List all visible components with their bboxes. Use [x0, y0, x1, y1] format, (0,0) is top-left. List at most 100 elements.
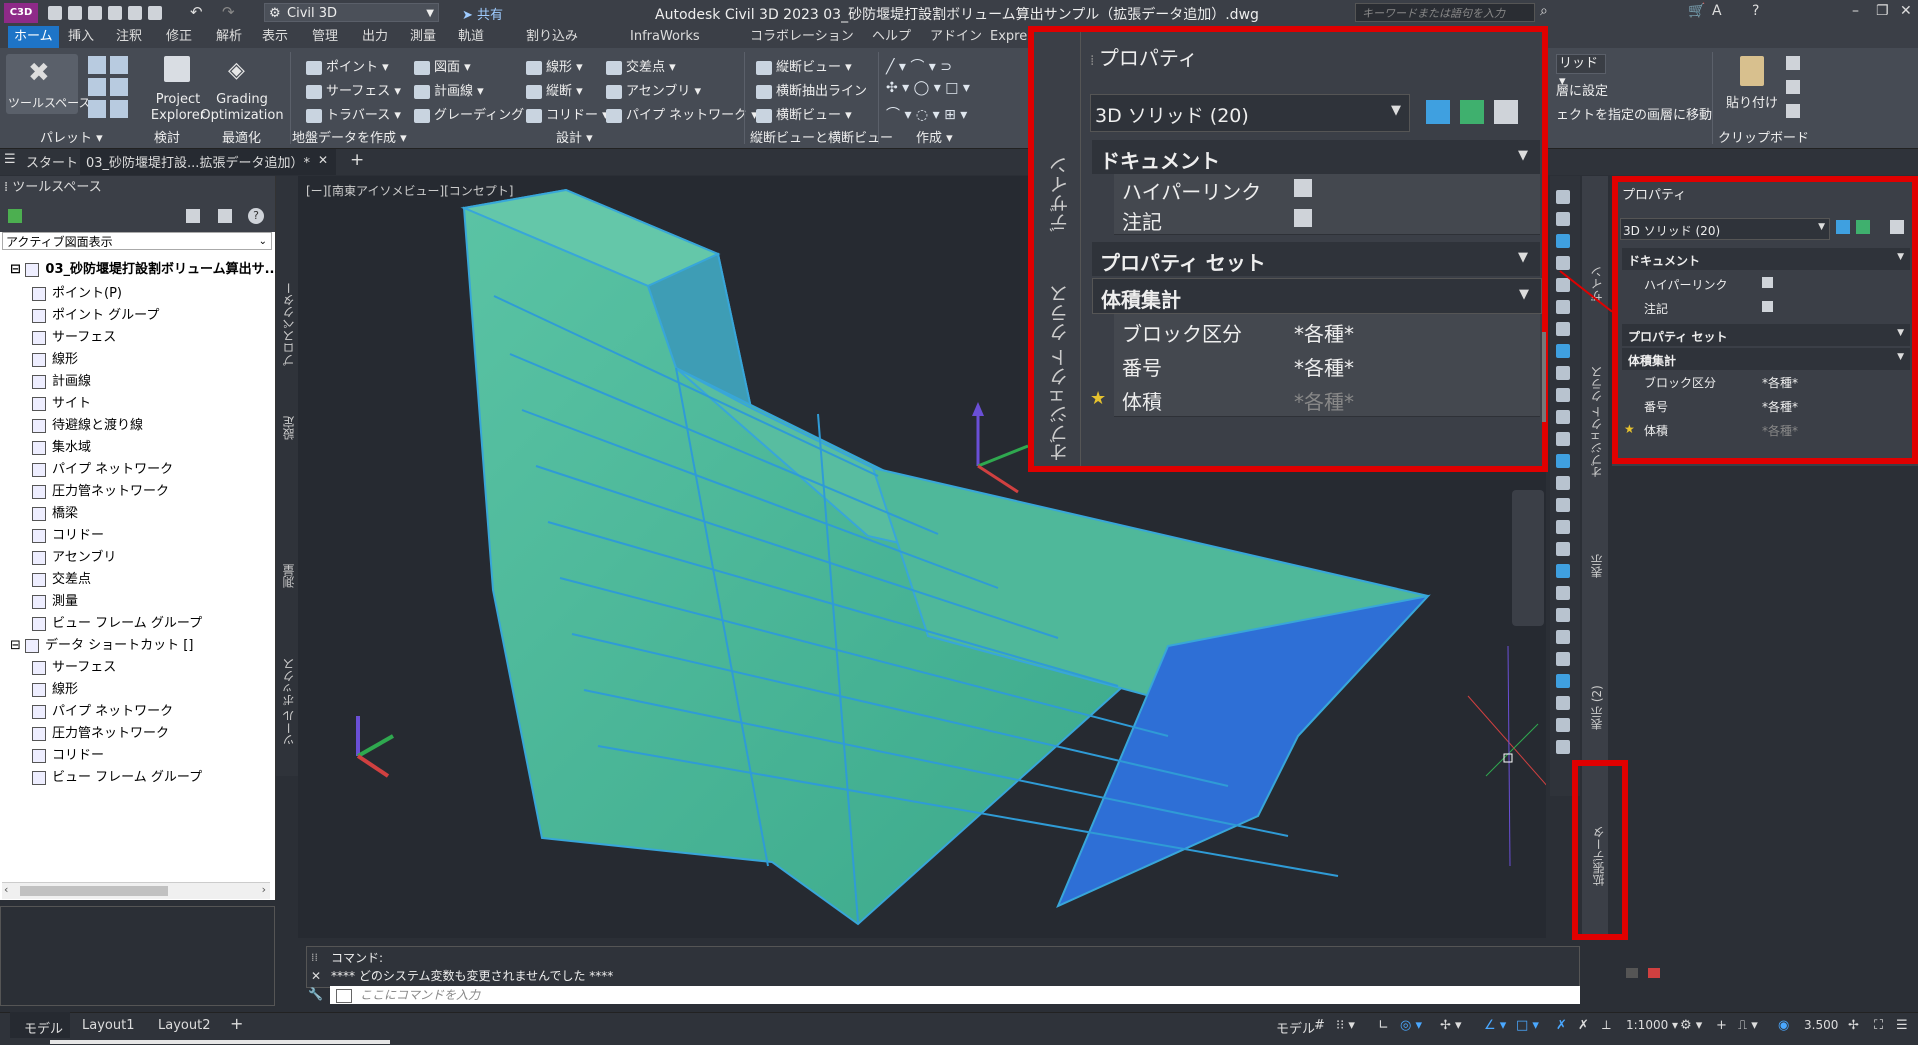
tab-object-class[interactable]: オブジェクト クラス: [1588, 366, 1605, 478]
scroll-right-icon[interactable]: ›: [262, 883, 266, 896]
tool-icon[interactable]: [1556, 212, 1570, 226]
tool-icon[interactable]: [1556, 674, 1570, 688]
tool-icon[interactable]: [1556, 234, 1570, 248]
palette-icons[interactable]: [84, 54, 134, 124]
zoom-scrollbar[interactable]: [1542, 332, 1546, 422]
object-snap-icon[interactable]: ∠ ▾: [1484, 1018, 1506, 1033]
zoom-quick-select-icon[interactable]: [1494, 100, 1518, 124]
ortho-icon[interactable]: ∟: [1378, 1018, 1389, 1033]
search-input[interactable]: キーワードまたは語句を入力: [1355, 3, 1535, 22]
cart-icon[interactable]: 🛒: [1688, 3, 1705, 19]
shortcut-item[interactable]: 線形: [32, 678, 78, 697]
shortcut-item[interactable]: 圧力管ネットワーク: [32, 722, 169, 741]
print-icon[interactable]: [148, 6, 162, 20]
zoom-block-value[interactable]: *各種*: [1294, 318, 1354, 347]
tray-icon[interactable]: [1626, 968, 1638, 978]
fullscreen-icon[interactable]: ⛶: [1874, 1018, 1883, 1033]
hyperlink-edit-icon[interactable]: [1762, 277, 1773, 288]
group-design[interactable]: 設計 ▾: [556, 127, 593, 146]
tab-settings[interactable]: 設定: [280, 400, 297, 440]
move-to-layer-button[interactable]: ェクトを指定の画層に移動: [1556, 104, 1712, 123]
tab-9[interactable]: 軌道: [452, 26, 490, 48]
active-drawing-icon[interactable]: [8, 209, 22, 223]
annotation-scale-icon[interactable]: ⟂: [1602, 1018, 1611, 1033]
undo-icon[interactable]: ↶: [190, 3, 203, 21]
sign-in-icon[interactable]: A: [1712, 3, 1722, 19]
help-icon[interactable]: ?: [248, 208, 264, 224]
tree-item[interactable]: 計画線: [32, 370, 91, 389]
tab-11[interactable]: InfraWorks: [624, 26, 706, 48]
add-selection-icon[interactable]: [1836, 220, 1850, 234]
tab-document[interactable]: 03_砂防堰堤打設...拡張データ追加）* ✕: [80, 149, 336, 175]
tool-icon[interactable]: [1556, 476, 1570, 490]
set-layer-button[interactable]: 層に設定: [1556, 80, 1608, 99]
save-icon[interactable]: [88, 6, 102, 20]
new-icon[interactable]: [48, 6, 62, 20]
tree-item[interactable]: 線形: [32, 348, 78, 367]
new-tab-icon[interactable]: +: [350, 150, 364, 170]
tool-icon[interactable]: [1556, 740, 1570, 754]
share-button[interactable]: ➤ 共有: [462, 4, 503, 23]
view-dropdown[interactable]: アクティブ図面表示 ⌄: [2, 232, 272, 250]
list-view-icon[interactable]: [218, 209, 232, 223]
selection-dropdown[interactable]: 3D ソリッド (20) ▼: [1620, 218, 1830, 240]
tool-icon[interactable]: [1556, 190, 1570, 204]
tool-icon[interactable]: [1556, 696, 1570, 710]
tool-icon[interactable]: [1556, 256, 1570, 270]
tab-7[interactable]: 出力: [356, 26, 394, 48]
tab-layout2[interactable]: Layout2: [158, 1018, 210, 1033]
command-input[interactable]: ここにコマンドを入力: [330, 986, 1580, 1004]
horizontal-scrollbar[interactable]: ‹ ›: [2, 882, 270, 899]
ribbon-assembly-button[interactable]: アセンブリ ▾: [606, 80, 701, 99]
save-as-icon[interactable]: [108, 6, 122, 20]
select-objects-icon[interactable]: [1856, 220, 1870, 234]
tool-icon[interactable]: [1556, 542, 1570, 556]
tool-icon[interactable]: [1556, 454, 1570, 468]
minimize-icon[interactable]: –: [1852, 3, 1859, 19]
annotation-auto-scale-icon[interactable]: ✗: [1578, 1018, 1589, 1033]
grid-icon[interactable]: #: [1314, 1018, 1325, 1033]
isodraft-icon[interactable]: ✢ ▾: [1440, 1018, 1462, 1033]
customize-icon[interactable]: 🔧: [308, 987, 323, 1001]
tab-start[interactable]: スタート: [26, 152, 78, 171]
shortcut-item[interactable]: パイプ ネットワーク: [32, 700, 173, 719]
tab-10[interactable]: 割り込み: [520, 26, 584, 48]
tree-item[interactable]: サーフェス: [32, 326, 116, 345]
line-icon[interactable]: ╱ ▾ ⌒ ▾ ⊃: [886, 56, 952, 76]
tree-shortcuts-root[interactable]: ⊟ データ ショートカット []: [10, 634, 193, 653]
tab-prospector[interactable]: プロスペクター: [280, 236, 297, 366]
zoom-hyperlink-edit-icon[interactable]: [1294, 179, 1312, 197]
tool-icon[interactable]: [1556, 366, 1570, 380]
tab-5[interactable]: 表示: [256, 26, 294, 48]
prop-number-value[interactable]: *各種*: [1762, 398, 1798, 415]
zoom-selection-dropdown[interactable]: 3D ソリッド (20) ▼: [1090, 94, 1410, 132]
units-icon[interactable]: ⎍ ▾: [1738, 1018, 1758, 1033]
tab-menu-icon[interactable]: ☰: [4, 152, 16, 167]
tool-icon[interactable]: [1556, 630, 1570, 644]
paste-button[interactable]: 貼り付け: [1724, 54, 1784, 124]
match-icon[interactable]: [1786, 104, 1800, 118]
tree-item[interactable]: 集水域: [32, 436, 91, 455]
ribbon-section-view-button[interactable]: 横断ビュー ▾: [756, 104, 852, 123]
zoom-number-value[interactable]: *各種*: [1294, 352, 1354, 381]
command-menu-icon[interactable]: [336, 989, 352, 1003]
tree-item[interactable]: ポイント グループ: [32, 304, 159, 323]
zoom-section-volume[interactable]: 体積集計 ▼: [1092, 278, 1542, 314]
tool-icon[interactable]: [1556, 718, 1570, 732]
tab-extended-data[interactable]: 拡張データ: [1590, 816, 1607, 886]
tree-item[interactable]: 圧力管ネットワーク: [32, 480, 169, 499]
shortcut-item[interactable]: サーフェス: [32, 656, 116, 675]
ribbon-parcel-button[interactable]: 図面 ▾: [414, 56, 471, 75]
tree-item[interactable]: 交差点: [32, 568, 91, 587]
tool-icon[interactable]: [1556, 322, 1570, 336]
tool-icon[interactable]: [1556, 520, 1570, 534]
tab-0[interactable]: ホーム: [8, 26, 59, 48]
ribbon-corridor-button[interactable]: コリドー ▾: [526, 104, 609, 123]
model-space-button[interactable]: モデル: [1276, 1018, 1315, 1037]
tab-13[interactable]: ヘルプ: [866, 26, 917, 48]
grip-icon[interactable]: ⁞: [0, 180, 8, 195]
layer-stack-icon[interactable]: ◉: [1778, 1018, 1789, 1033]
note-edit-icon[interactable]: [1762, 301, 1773, 312]
zoom-note-edit-icon[interactable]: [1294, 209, 1312, 227]
tab-survey[interactable]: 測量: [280, 548, 297, 588]
